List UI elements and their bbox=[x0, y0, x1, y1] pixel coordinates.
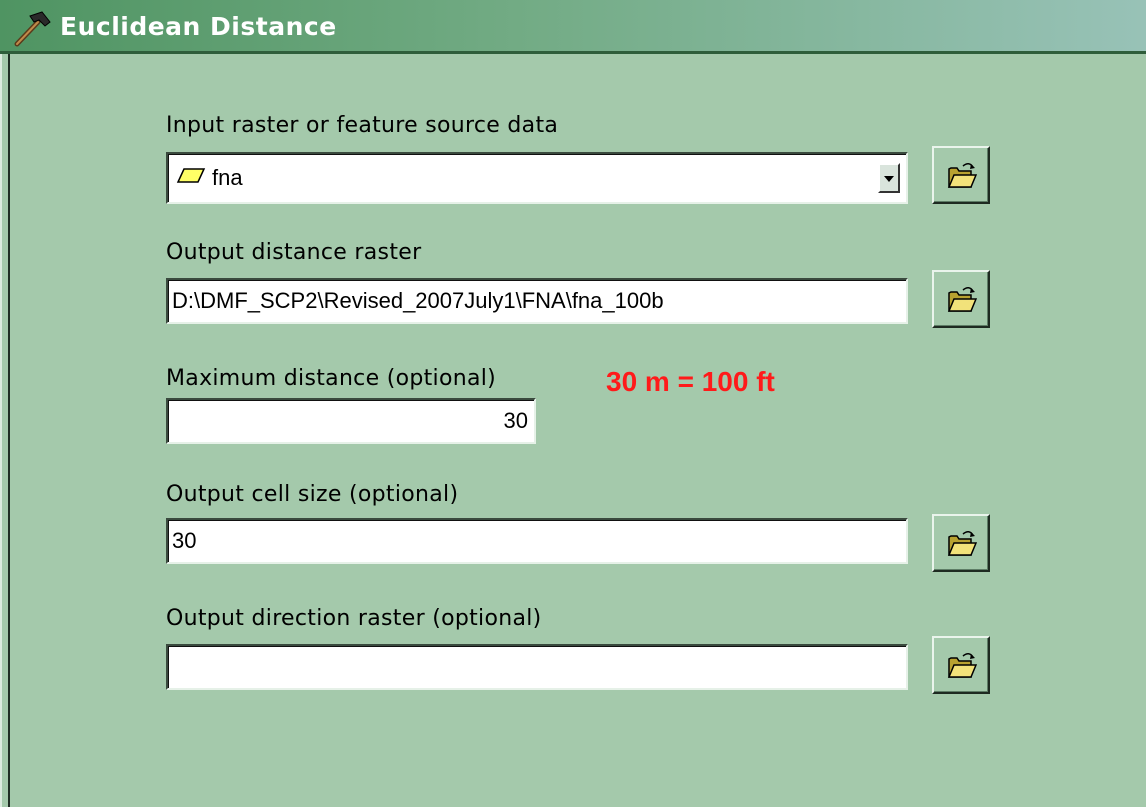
output-direction-label: Output direction raster (optional) bbox=[166, 606, 542, 631]
input-raster-browse-button[interactable] bbox=[932, 146, 990, 204]
distance-conversion-note: 30 m = 100 ft bbox=[606, 366, 775, 397]
input-raster-value: fna bbox=[212, 165, 243, 190]
dropdown-arrow-icon[interactable] bbox=[878, 163, 900, 193]
output-distance-label: Output distance raster bbox=[166, 240, 422, 265]
window-frame-left bbox=[0, 54, 10, 807]
window-title: Euclidean Distance bbox=[60, 12, 337, 41]
max-distance-input[interactable]: 30 bbox=[166, 398, 536, 444]
output-distance-browse-button[interactable] bbox=[932, 270, 990, 328]
hammer-icon bbox=[12, 10, 52, 48]
max-distance-value: 30 bbox=[503, 408, 528, 433]
title-bar[interactable]: Euclidean Distance bbox=[0, 0, 1146, 54]
output-distance-value: D:\DMF_SCP2\Revised_2007July1\FNA\fna_10… bbox=[172, 288, 664, 313]
output-direction-input[interactable] bbox=[166, 644, 908, 690]
output-distance-input[interactable]: D:\DMF_SCP2\Revised_2007July1\FNA\fna_10… bbox=[166, 278, 908, 324]
max-distance-label: Maximum distance (optional) bbox=[166, 366, 497, 391]
input-raster-label: Input raster or feature source data bbox=[166, 113, 559, 138]
output-direction-browse-button[interactable] bbox=[932, 636, 990, 694]
cell-size-value: 30 bbox=[172, 528, 197, 553]
cell-size-label: Output cell size (optional) bbox=[166, 482, 459, 507]
polygon-layer-icon bbox=[176, 165, 206, 191]
cell-size-browse-button[interactable] bbox=[932, 514, 990, 572]
input-raster-combobox[interactable]: fna bbox=[166, 152, 908, 204]
cell-size-input[interactable]: 30 bbox=[166, 518, 908, 564]
